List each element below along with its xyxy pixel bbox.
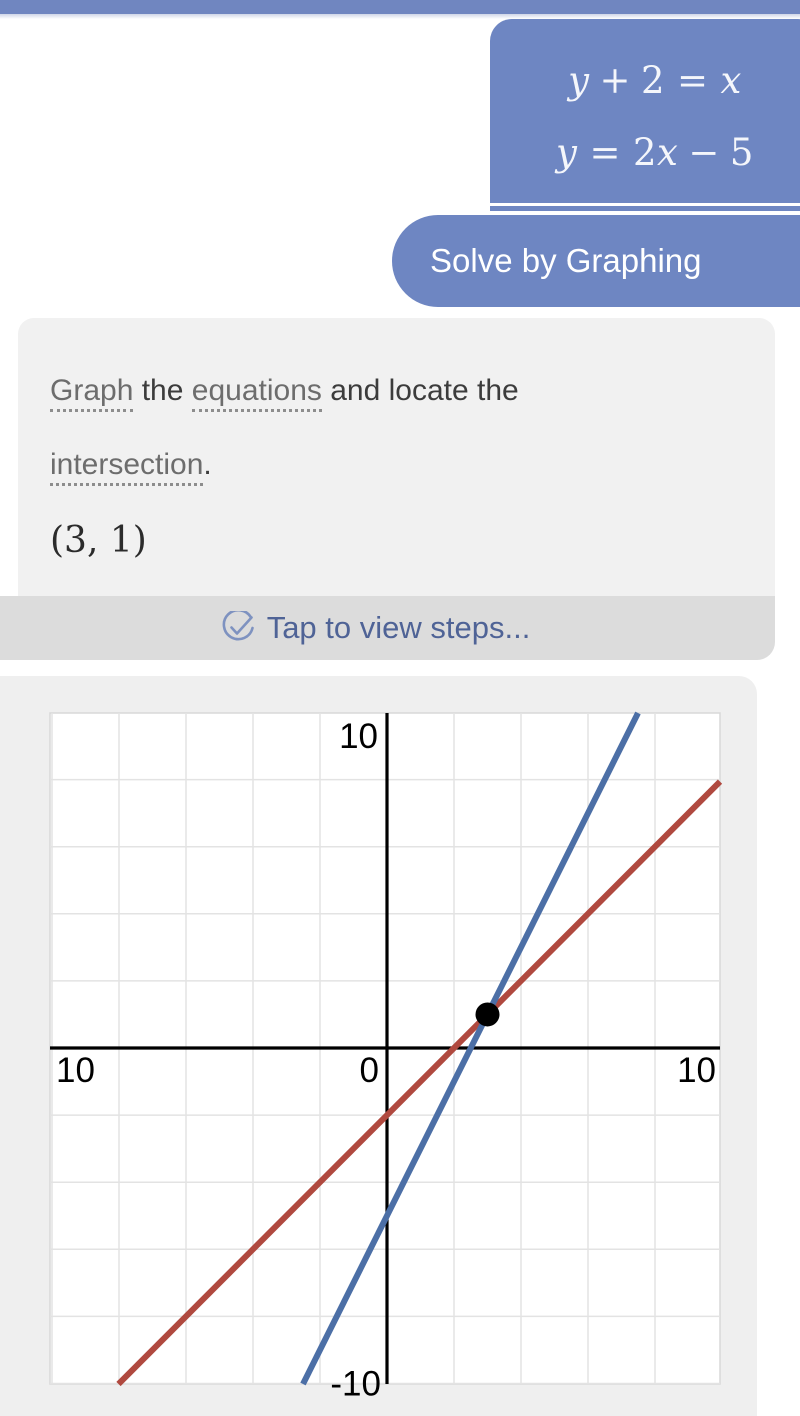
answer-card: Graph the equations and locate the inters… (18, 318, 775, 596)
equation-2-lhs-var: y (556, 131, 578, 174)
equation-2: y = 2x −5 (524, 117, 786, 189)
status-bar (0, 0, 800, 14)
svg-text:0: 0 (360, 1051, 379, 1090)
graph-card[interactable]: 10 -10 10 0 10 (0, 676, 757, 1416)
glossary-link-intersection[interactable]: intersection (50, 448, 204, 486)
bubble-divider (490, 203, 800, 206)
equation-2-equals-icon: = (589, 131, 621, 174)
data-points (475, 1002, 500, 1027)
solve-by-graphing-label: Solve by Graphing (430, 242, 702, 279)
svg-text:10: 10 (677, 1051, 716, 1090)
answer-text-fragment-2: and locate the (321, 374, 519, 407)
equation-1-rhs-var: x (720, 59, 742, 102)
svg-text:10: 10 (56, 1051, 95, 1090)
glossary-link-graph[interactable]: Graph (50, 374, 134, 412)
equation-1-plus-icon: + (599, 59, 631, 102)
question-bubble[interactable]: y +2 = x y = 2x −5 (490, 19, 800, 211)
equation-2-constant: 5 (729, 131, 754, 174)
steps-bar-content: Tap to view steps... (221, 610, 531, 646)
answer-description: Graph the equations and locate the inters… (50, 354, 745, 502)
equation-1-equals-icon: = (677, 59, 709, 102)
glossary-link-equations[interactable]: equations (191, 374, 322, 412)
coordinate-plane-graph[interactable]: 10 -10 10 0 10 (0, 676, 757, 1416)
answer-value: (3, 1) (50, 520, 147, 561)
answer-text-fragment-1: the (133, 374, 192, 407)
tap-to-view-steps-button[interactable]: Tap to view steps... (0, 596, 775, 660)
answer-text-period: . (203, 448, 212, 481)
equation-2-coefficient: 2 (632, 131, 658, 174)
check-circle-icon (221, 611, 255, 645)
svg-text:10: 10 (339, 717, 378, 756)
svg-text:-10: -10 (330, 1365, 381, 1404)
equation-1-lhs-var: y (568, 59, 590, 102)
tap-to-view-steps-label: Tap to view steps... (266, 610, 531, 645)
equation-2-variable: x (657, 131, 679, 174)
equation-1: y +2 = x (524, 45, 786, 117)
solve-by-graphing-button[interactable]: Solve by Graphing (392, 215, 800, 307)
equation-1-constant: 2 (640, 59, 666, 102)
equation-2-minus-icon: − (688, 131, 720, 174)
